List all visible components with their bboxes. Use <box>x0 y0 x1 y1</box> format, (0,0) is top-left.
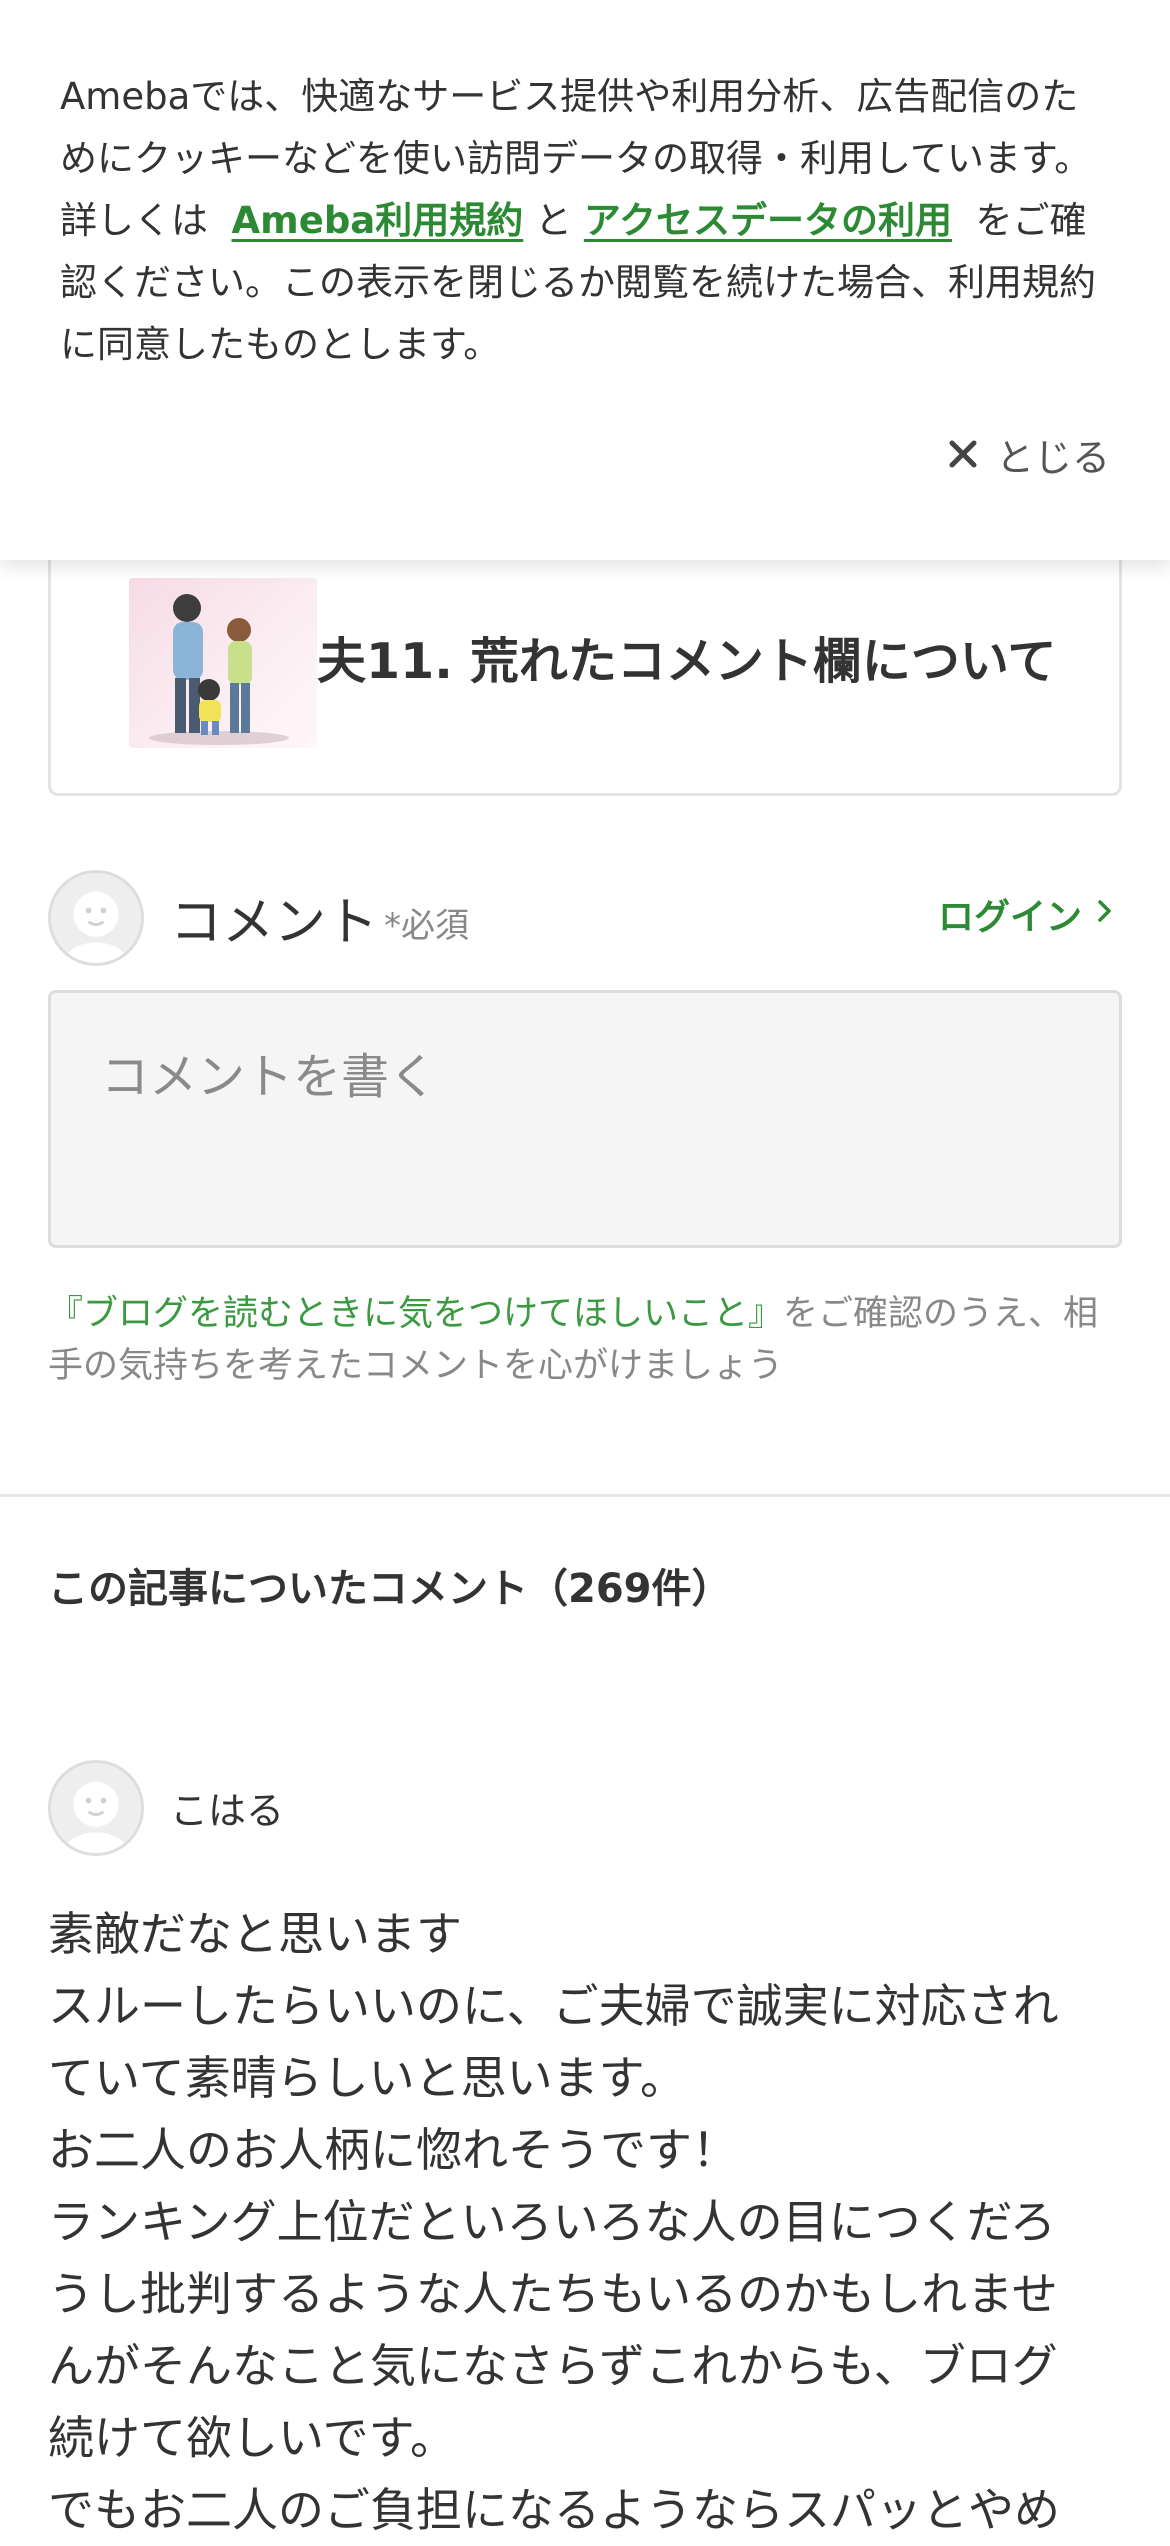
comment-line: ていて素晴らしいと思います。 <box>48 2051 687 2105</box>
comment-input[interactable] <box>48 990 1122 1248</box>
comment-line: ランキング上位だといろいろな人の目につくだろ <box>48 2195 1056 2249</box>
cookie-text-part-2: と <box>535 199 573 242</box>
comment-line: でもお二人のご負担になるようならスパッとやめ <box>48 2483 1060 2537</box>
guideline-link[interactable]: 『ブログを読むときに気をつけてほしいこと』 <box>48 1294 783 1334</box>
section-divider <box>0 1494 1170 1497</box>
cookie-close-button[interactable]: とじる <box>948 422 1110 486</box>
comment-line: 素敵だなと思います <box>48 1907 462 1961</box>
cookie-close-label: とじる <box>995 435 1110 480</box>
default-avatar-icon <box>48 1760 144 1856</box>
login-label: ログイン <box>937 897 1082 938</box>
access-data-link[interactable]: アクセスデータの利用 <box>584 199 952 242</box>
comment-guideline: 『ブログを読むときに気をつけてほしいこと』をご確認のうえ、相手の気持ちを考えたコ… <box>48 1288 1128 1392</box>
commenter-name: こはる <box>170 1789 285 1833</box>
ameba-terms-link[interactable]: Ameba利用規約 <box>232 199 524 242</box>
comment-form-label: コメント <box>170 893 379 953</box>
default-avatar-icon <box>48 870 144 966</box>
comment-body: 素敵だなと思います スルーしたらいいのに、ご夫婦で誠実に対応され ていて素晴らし… <box>48 1898 1138 2546</box>
login-link[interactable]: ログイン <box>938 888 1114 940</box>
comment-line: うし批判するような人たちもいるのかもしれませ <box>48 2267 1058 2321</box>
article-title[interactable]: 夫11. 荒れたコメント欄について <box>317 622 1056 693</box>
required-marker: *必須 <box>384 906 469 946</box>
cookie-consent-banner: Amebaでは、快適なサービス提供や利用分析、広告配信のためにクッキーなどを使い… <box>0 0 1170 560</box>
comment-line: んがそんなこと気になさらずこれからも、ブログ <box>48 2339 1058 2393</box>
comment-line: スルーしたらいいのに、ご夫婦で誠実に対応され <box>48 1979 1059 2033</box>
comment-line: 続けて欲しいです。 <box>48 2411 457 2465</box>
comment-line: お二人のお人柄に惚れそうです！ <box>48 2123 738 2177</box>
article-thumbnail <box>129 578 317 748</box>
chevron-right-icon <box>1096 894 1114 935</box>
comments-heading: この記事についたコメント（269件） <box>48 1566 732 1612</box>
close-icon <box>948 439 978 469</box>
cookie-consent-text: Amebaでは、快適なサービス提供や利用分析、広告配信のためにクッキーなどを使い… <box>60 66 1110 376</box>
